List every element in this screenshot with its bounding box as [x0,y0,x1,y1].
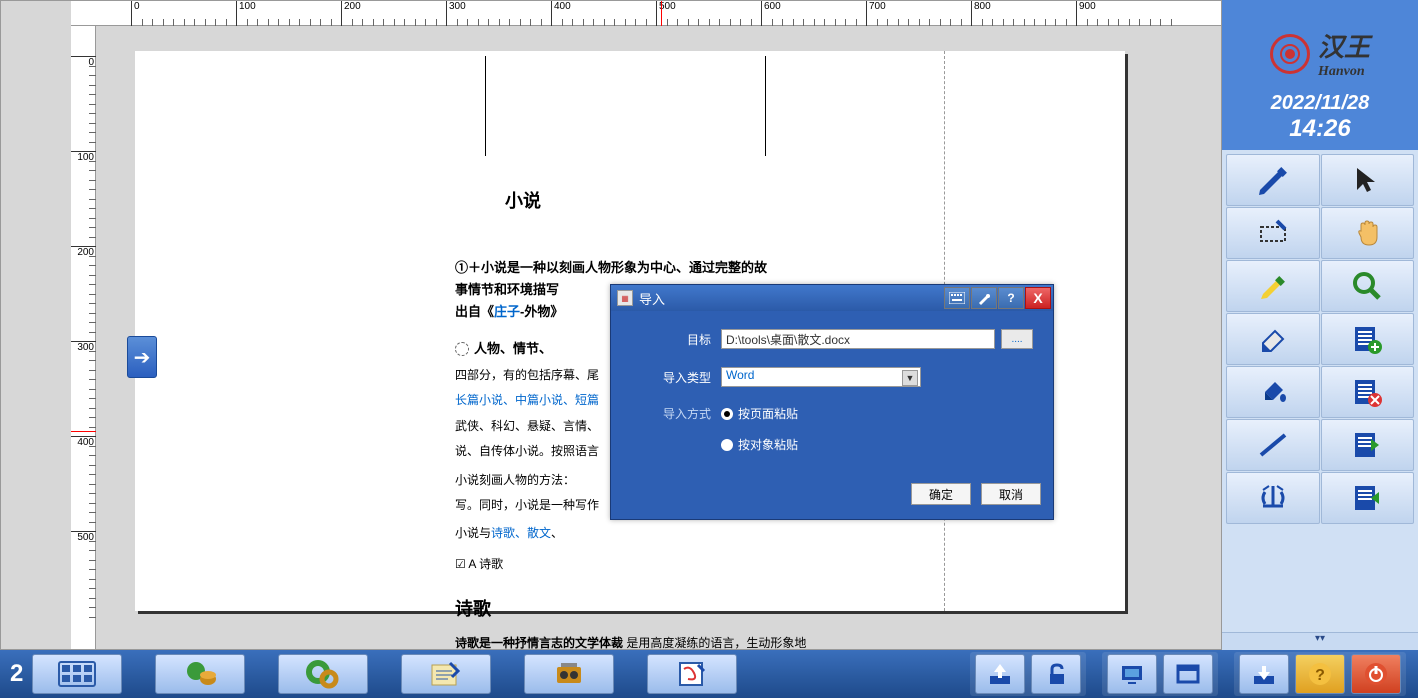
body-text: ①＋小说是一种以刻画人物形象为中心、通过完整的故 [455,257,935,279]
checkbox-item: ☑ A 诗歌 [455,554,935,574]
target-input[interactable] [721,329,995,349]
cancel-button[interactable]: 取消 [981,483,1041,505]
resource-button[interactable] [155,654,245,694]
heading-poetry: 诗歌 [455,594,935,625]
dialog-app-icon: ▦ [617,290,633,306]
line-tool[interactable] [1226,419,1320,471]
svg-text:?: ? [1315,667,1325,684]
time-display: 14:26 [1271,115,1370,143]
dialog-titlebar[interactable]: ▦ 导入 ? X [611,285,1053,311]
zoom-tool[interactable] [1321,260,1415,312]
radio-paste-by-object[interactable]: 按对象粘贴 [721,436,798,453]
new-page-tool[interactable] [1321,313,1415,365]
body-text: 小说与诗歌、散文、 [455,523,935,543]
pen-tool[interactable] [1226,154,1320,206]
import-dialog: ▦ 导入 ? X 目标 .... 导入类型 Word 导入方式 按页面粘贴 按对… [610,284,1054,520]
ok-button[interactable]: 确定 [911,483,971,505]
settings-button[interactable] [278,654,368,694]
dialog-body: 目标 .... 导入类型 Word 导入方式 按页面粘贴 按对象粘贴 [611,311,1053,477]
brand-area: 汉王 Hanvon 2022/11/28 14:26 [1222,0,1418,150]
math-tool[interactable] [1226,472,1320,524]
tool-palette [1222,150,1418,632]
eraser-tool[interactable] [1226,313,1320,365]
fill-tool[interactable] [1226,366,1320,418]
method-label: 导入方式 [641,405,721,422]
dialog-title: 导入 [639,289,944,308]
highlighter-tool[interactable] [1226,260,1320,312]
pointer-tool[interactable] [1321,154,1415,206]
hand-tool[interactable] [1321,207,1415,259]
radio-icon [721,439,733,451]
whiteboard-button[interactable] [647,654,737,694]
brand-name-en: Hanvon [1318,64,1370,80]
close-icon[interactable]: X [1025,287,1051,309]
panel-toggle-handle[interactable]: ➔ [127,336,157,378]
brand-name-cn: 汉王 [1318,27,1370,64]
minimize-button[interactable] [1239,654,1289,694]
right-panel: 汉王 Hanvon 2022/11/28 14:26 ▾▾ [1222,0,1418,650]
window-mode-button[interactable] [1163,654,1213,694]
power-button[interactable] [1351,654,1401,694]
help-icon[interactable]: ? [998,287,1024,309]
delete-page-tool[interactable] [1321,366,1415,418]
screen-capture-button[interactable] [1107,654,1157,694]
target-label: 目标 [631,331,721,348]
type-label: 导入类型 [631,369,721,386]
heading-novel: 小说 [505,186,935,217]
marquee-tool[interactable] [1226,207,1320,259]
handwriting-icon[interactable] [971,287,997,309]
date-display: 2022/11/28 [1271,92,1370,115]
ruler-horizontal: 0100200300400500600700800900 [71,1,1221,26]
keyboard-icon[interactable] [944,287,970,309]
expand-toolbar-button[interactable]: ▾▾ [1222,632,1418,650]
type-select[interactable]: Word [721,367,921,387]
help-button[interactable]: ? [1295,654,1345,694]
brand-logo-icon [1270,34,1310,74]
media-button[interactable] [524,654,614,694]
unlock-button[interactable] [1031,654,1081,694]
radio-paste-by-page[interactable]: 按页面粘贴 [721,405,798,422]
prev-page-tool[interactable] [1321,419,1415,471]
upload-button[interactable] [975,654,1025,694]
next-page-tool[interactable] [1321,472,1415,524]
browse-button[interactable]: .... [1001,329,1033,349]
note-button[interactable] [401,654,491,694]
ruler-vertical: 0100200300400500 [71,26,96,649]
circle-marker [455,342,469,356]
thumbnail-view-button[interactable] [32,654,122,694]
page-number-display: 2 [10,660,23,688]
radio-icon [721,408,733,420]
bottom-taskbar: 2 ? [0,650,1418,698]
